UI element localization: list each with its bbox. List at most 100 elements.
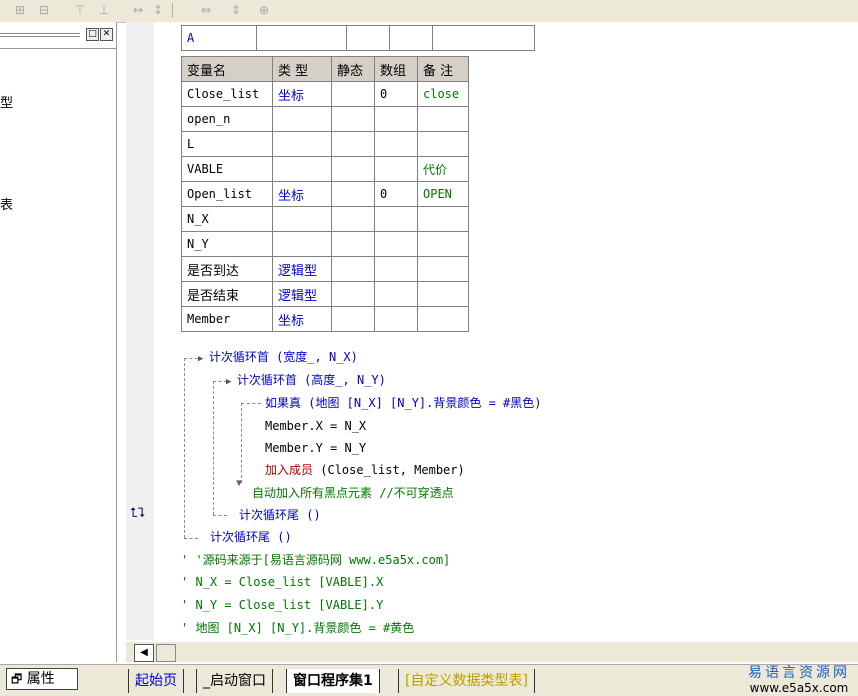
- properties-tab[interactable]: 🗗 属性: [6, 668, 78, 690]
- var-array-cell[interactable]: [374, 131, 418, 157]
- var-name-cell[interactable]: Close_list: [181, 81, 273, 107]
- var-name-cell[interactable]: Member: [181, 306, 273, 332]
- assembly-name-cell[interactable]: A: [180, 25, 258, 51]
- header-cell[interactable]: [345, 25, 391, 51]
- var-note-cell[interactable]: [417, 131, 469, 157]
- var-name-cell[interactable]: L: [181, 131, 273, 157]
- align-middle-icon[interactable]: ⊥: [96, 2, 112, 18]
- var-type-cell[interactable]: [272, 206, 332, 232]
- var-name-cell[interactable]: 是否结束: [181, 281, 273, 307]
- comment-line[interactable]: ' N_X = Close_list [VABLE].X: [181, 574, 383, 590]
- comment-line[interactable]: ' 地图 [N_X] [N_Y].背景颜色 = #黄色: [181, 620, 414, 636]
- header-cell[interactable]: [389, 25, 434, 51]
- code-line[interactable]: ▶ 计次循环首 (高度_, N_Y): [226, 372, 386, 390]
- var-name-cell[interactable]: N_X: [181, 206, 273, 232]
- var-static-cell[interactable]: [331, 281, 375, 307]
- equal-hspace-icon[interactable]: ⇔: [198, 2, 214, 18]
- comment-line[interactable]: ' '源码来源于[易语言源码网 www.e5a5x.com]: [181, 552, 450, 568]
- left-side-panel: □ ✕ 型 表: [0, 22, 117, 662]
- var-type-cell[interactable]: [272, 131, 332, 157]
- var-static-cell[interactable]: [331, 131, 375, 157]
- comment-line[interactable]: 自动加入所有黑点元素 //不可穿透点: [252, 485, 454, 501]
- var-array-cell[interactable]: [374, 231, 418, 257]
- tab-window-assembly[interactable]: 窗口程序集1: [286, 669, 380, 693]
- var-type-cell[interactable]: [272, 106, 332, 132]
- var-note-cell[interactable]: [417, 231, 469, 257]
- var-note-cell[interactable]: [417, 306, 469, 332]
- var-static-cell[interactable]: [331, 231, 375, 257]
- var-static-cell[interactable]: [331, 256, 375, 282]
- var-type-cell[interactable]: 坐标: [272, 181, 332, 207]
- code-line[interactable]: Member.X = N_X: [265, 418, 366, 434]
- horizontal-scrollbar[interactable]: ◀: [126, 642, 858, 662]
- equal-width-icon[interactable]: ↔: [130, 2, 146, 18]
- align-left-icon[interactable]: ⊞: [12, 2, 28, 18]
- comment-line[interactable]: ' N_Y = Close_list [VABLE].Y: [181, 597, 383, 613]
- var-type-cell[interactable]: [272, 231, 332, 257]
- code-line[interactable]: 如果真 (地图 [N_X] [N_Y].背景颜色 = #黑色): [265, 395, 542, 411]
- var-note-cell[interactable]: [417, 206, 469, 232]
- arrow-icon: ▶: [198, 354, 209, 364]
- var-static-cell[interactable]: [331, 306, 375, 332]
- grip-line: [0, 33, 80, 34]
- var-type-cell[interactable]: 逻辑型: [272, 281, 332, 307]
- var-array-cell[interactable]: [374, 306, 418, 332]
- var-array-cell[interactable]: [374, 206, 418, 232]
- tree-item-fragment[interactable]: 表: [0, 194, 13, 213]
- var-static-cell[interactable]: [331, 206, 375, 232]
- code-line[interactable]: ▶ 计次循环首 (宽度_, N_X): [198, 349, 358, 367]
- table-row: L: [181, 131, 469, 157]
- var-name-cell[interactable]: open_n: [181, 106, 273, 132]
- var-note-cell[interactable]: OPEN: [417, 181, 469, 207]
- var-array-cell[interactable]: [374, 256, 418, 282]
- var-type-cell[interactable]: [272, 156, 332, 182]
- var-static-cell[interactable]: [331, 181, 375, 207]
- var-array-cell[interactable]: 0: [374, 81, 418, 107]
- var-note-cell[interactable]: close: [417, 81, 469, 107]
- var-name-cell[interactable]: N_Y: [181, 231, 273, 257]
- header-cell[interactable]: [432, 25, 535, 51]
- var-name-cell[interactable]: VABLE: [181, 156, 273, 182]
- var-note-cell[interactable]: [417, 281, 469, 307]
- scroll-thumb[interactable]: [156, 644, 176, 662]
- var-static-cell[interactable]: [331, 106, 375, 132]
- code-line[interactable]: Member.Y = N_Y: [265, 440, 366, 456]
- header-cell[interactable]: [256, 25, 347, 51]
- close-icon[interactable]: ✕: [100, 28, 113, 41]
- equal-height-icon[interactable]: ↕: [150, 2, 166, 18]
- code-editor[interactable]: A 变量名 类 型 静态 数组 备 注 Close_list 坐标 0 close op…: [154, 22, 858, 640]
- align-center-icon[interactable]: ⊟: [36, 2, 52, 18]
- panel-divider: [0, 48, 116, 49]
- scroll-left-icon[interactable]: ◀: [134, 644, 154, 662]
- loop-end-statement[interactable]: 计次循环尾 (): [210, 529, 292, 545]
- var-name-cell[interactable]: Open_list: [181, 181, 273, 207]
- var-array-cell[interactable]: 0: [374, 181, 418, 207]
- var-note-cell[interactable]: [417, 256, 469, 282]
- var-type-cell[interactable]: 逻辑型: [272, 256, 332, 282]
- align-top-icon[interactable]: ⊤: [72, 2, 88, 18]
- var-static-cell[interactable]: [331, 156, 375, 182]
- var-note-cell[interactable]: 代价: [417, 156, 469, 182]
- var-array-cell[interactable]: [374, 106, 418, 132]
- loop-jump-icon[interactable]: ⮤⮧: [130, 506, 145, 521]
- tab-custom-types[interactable]: [自定义数据类型表]: [398, 669, 535, 693]
- equal-vspace-icon[interactable]: ⇕: [228, 2, 244, 18]
- code-line[interactable]: 加入成员 (Close_list, Member): [265, 462, 465, 478]
- restore-icon[interactable]: □: [86, 28, 99, 41]
- var-note-cell[interactable]: [417, 106, 469, 132]
- table-row: N_X: [181, 206, 469, 232]
- center-both-icon[interactable]: ⊕: [256, 2, 272, 18]
- var-static-cell[interactable]: [331, 81, 375, 107]
- tree-item-fragment[interactable]: 型: [0, 92, 13, 111]
- var-array-cell[interactable]: [374, 156, 418, 182]
- var-name-cell[interactable]: 是否到达: [181, 256, 273, 282]
- var-type-cell[interactable]: 坐标: [272, 306, 332, 332]
- tab-startup-window[interactable]: _启动窗口: [196, 669, 273, 693]
- loop-start-statement: 计次循环首 (宽度_, N_X): [208, 350, 358, 364]
- guide-tick: [184, 358, 198, 359]
- var-type-cell[interactable]: 坐标: [272, 81, 332, 107]
- var-array-cell[interactable]: [374, 281, 418, 307]
- tab-start-page[interactable]: 起始页: [128, 669, 184, 693]
- guide-tick: [184, 538, 198, 539]
- loop-end-statement[interactable]: 计次循环尾 (): [239, 507, 321, 523]
